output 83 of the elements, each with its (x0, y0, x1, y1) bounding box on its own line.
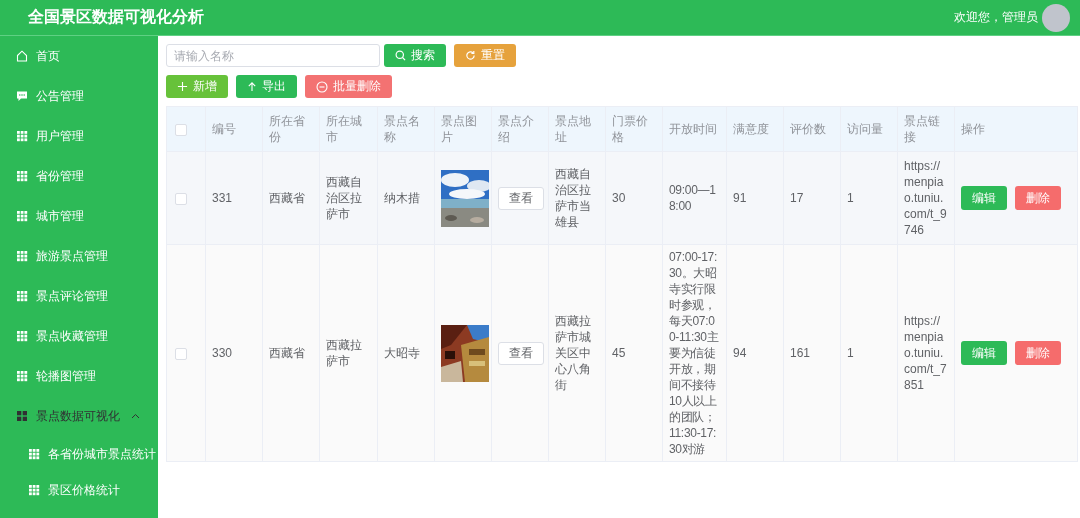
add-button[interactable]: 新增 (166, 75, 228, 98)
sidebar-item[interactable]: 用户管理 (0, 116, 158, 156)
sidebar-item[interactable]: 首页 (0, 36, 158, 76)
table-cell: 161 (790, 346, 811, 360)
table-cell: 30 (612, 191, 626, 205)
sidebar-item[interactable]: 旅游景点管理 (0, 236, 158, 276)
chat-icon (16, 90, 28, 102)
sidebar-item[interactable]: 省份管理 (0, 156, 158, 196)
edit-button[interactable]: 编辑 (961, 186, 1007, 210)
reset-button[interactable]: 重置 (454, 44, 516, 67)
app-title: 全国景区数据可视化分析 (28, 7, 205, 27)
table-cell: 西藏拉萨市城关区中心八角街 (555, 314, 591, 392)
submenu-item[interactable]: 景区价格统计 (0, 472, 158, 508)
table-cell: 西藏自治区拉萨市当雄县 (555, 167, 591, 229)
column-header: 门票价格 (612, 114, 648, 144)
table-cell: 07:00-17:30。大昭寺实行限时参观，每天07:00-11:30主要为信徒开放，期间不接待10人以上的团队；11:30-17:30对游 (669, 250, 719, 456)
column-header: 编号 (212, 122, 236, 136)
export-button[interactable]: 导出 (236, 75, 297, 98)
column-header: 景点介绍 (498, 114, 534, 144)
table-cell: 1 (847, 191, 854, 205)
table-cell: 17 (790, 191, 804, 205)
checkbox[interactable] (175, 347, 187, 360)
checkbox[interactable] (175, 192, 187, 205)
table-cell: https://menpiao.tuniu.com/t_7851 (904, 314, 947, 392)
grid-icon (16, 130, 28, 142)
table-cell: 91 (733, 191, 747, 205)
home-icon (16, 50, 28, 62)
column-header: 景点链接 (904, 114, 940, 144)
table-cell: 纳木措 (384, 191, 420, 205)
column-header: 景点图片 (441, 114, 477, 144)
grid-icon (16, 170, 28, 182)
grid-icon (16, 410, 28, 422)
batch-delete-button[interactable]: 批量删除 (305, 75, 392, 98)
sidebar-item[interactable]: 城市管理 (0, 196, 158, 236)
table-cell: 1 (847, 346, 854, 360)
column-header: 操作 (961, 122, 985, 136)
table-cell: 西藏自治区拉萨市 (326, 175, 362, 221)
delete-button[interactable]: 删除 (1015, 341, 1061, 365)
grid-icon (16, 290, 28, 302)
column-header: 所在城市 (326, 114, 362, 144)
delete-button[interactable]: 删除 (1015, 186, 1061, 210)
column-header: 所在省份 (269, 114, 305, 144)
grid-icon (28, 448, 40, 460)
minus-circle-icon (316, 80, 328, 93)
grid-icon (16, 250, 28, 262)
grid-icon (16, 370, 28, 382)
grid-icon (28, 484, 40, 496)
view-button[interactable]: 查看 (498, 341, 544, 365)
sidebar-item[interactable]: 景点数据可视化 (0, 396, 158, 436)
search-field[interactable]: 请输入名称 (166, 44, 380, 67)
upload-icon (247, 81, 257, 92)
grid-icon (16, 210, 28, 222)
column-header: 景点地址 (555, 114, 591, 144)
table-cell: 330 (212, 346, 233, 360)
search-button[interactable]: 搜索 (384, 44, 446, 67)
plus-icon (177, 81, 188, 92)
sidebar-item[interactable]: 景点评论管理 (0, 276, 158, 316)
table-cell: 94 (733, 346, 747, 360)
column-header: 访问量 (847, 122, 883, 136)
table-cell: 大昭寺 (384, 346, 420, 360)
sidebar-item[interactable]: 轮播图管理 (0, 356, 158, 396)
table-cell: 331 (212, 191, 233, 205)
welcome-text: 欢迎您，管理员 (954, 9, 1038, 26)
search-icon (395, 50, 406, 61)
table-cell: 09:00—18:00 (669, 183, 716, 213)
table-cell: 西藏省 (269, 191, 305, 205)
column-header: 开放时间 (669, 122, 717, 136)
avatar[interactable] (1042, 3, 1070, 32)
checkbox[interactable] (175, 123, 187, 136)
table-cell: https://menpiao.tuniu.com/t_9746 (904, 159, 947, 237)
grid-icon (16, 330, 28, 342)
column-header: 满意度 (733, 122, 769, 136)
sidebar-item[interactable]: 公告管理 (0, 76, 158, 116)
column-header: 评价数 (790, 122, 826, 136)
submenu-item[interactable]: 各省份城市景点统计 (0, 436, 158, 472)
sidebar-item[interactable]: 景点收藏管理 (0, 316, 158, 356)
table-cell: 西藏拉萨市 (326, 338, 362, 368)
table-cell: 45 (612, 346, 626, 360)
edit-button[interactable]: 编辑 (961, 341, 1007, 365)
column-header: 景点名称 (384, 114, 420, 144)
refresh-icon (465, 50, 476, 61)
view-button[interactable]: 查看 (498, 186, 544, 210)
table-cell: 西藏省 (269, 346, 305, 360)
